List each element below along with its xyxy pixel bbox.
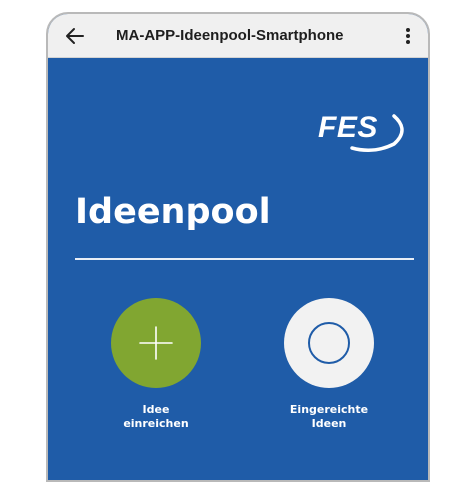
main-content: FES Ideenpool Idee einreichen Eingereich…	[48, 58, 428, 480]
fes-logo: FES	[316, 110, 410, 152]
submit-idea-circle	[111, 298, 201, 388]
phone-frame: MA-APP-Ideenpool-Smartphone FES Ideenpoo…	[46, 12, 430, 482]
app-bar: MA-APP-Ideenpool-Smartphone	[48, 14, 428, 58]
plus-icon	[139, 326, 173, 360]
submitted-ideas-button[interactable]: Eingereichte Ideen	[249, 298, 409, 431]
submitted-ideas-label-line2: Ideen	[311, 417, 347, 430]
submitted-ideas-label: Eingereichte Ideen	[249, 403, 409, 431]
logo-swoosh-icon	[350, 114, 404, 152]
back-button[interactable]	[62, 23, 88, 49]
submitted-ideas-label-line1: Eingereichte	[289, 403, 369, 416]
submitted-ideas-circle	[284, 298, 374, 388]
submit-idea-label-line1: Idee	[142, 403, 170, 416]
more-vertical-icon	[406, 28, 410, 44]
title-divider	[75, 258, 414, 260]
submit-idea-label: Idee einreichen	[76, 403, 236, 431]
page-title: Ideenpool	[75, 192, 271, 232]
circle-outline-icon	[308, 322, 350, 364]
arrow-left-icon	[66, 28, 84, 44]
submit-idea-button[interactable]: Idee einreichen	[76, 298, 236, 431]
more-options-button[interactable]	[396, 23, 420, 49]
submit-idea-label-line2: einreichen	[123, 417, 189, 430]
app-title: MA-APP-Ideenpool-Smartphone	[116, 27, 344, 44]
